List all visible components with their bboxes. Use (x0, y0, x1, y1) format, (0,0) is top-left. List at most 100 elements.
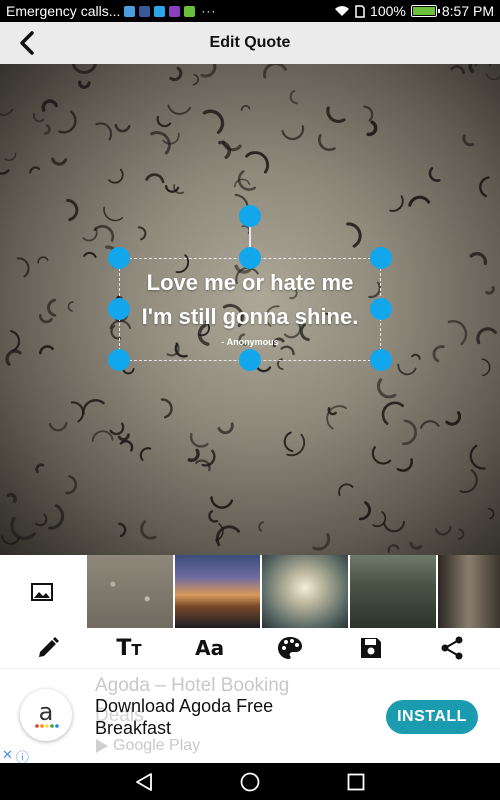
raindrop (217, 422, 234, 435)
raindrop (481, 358, 491, 377)
raindrop (389, 195, 404, 212)
raindrop (289, 89, 299, 105)
nav-recents-button[interactable] (344, 770, 368, 794)
text-size-button[interactable]: TT (109, 628, 149, 668)
raindrop (200, 64, 217, 78)
raindrop (114, 123, 131, 133)
raindrop (326, 405, 347, 430)
sim-icon (355, 4, 365, 18)
raindrop (281, 125, 305, 141)
raindrop (457, 528, 465, 540)
home-circle-icon (240, 772, 260, 791)
raindrop (234, 193, 249, 218)
ad-store-label: Google Play (113, 737, 201, 754)
raindrop (208, 510, 219, 523)
back-button[interactable] (10, 26, 44, 60)
raindrop (447, 320, 468, 345)
raindrop (366, 120, 378, 137)
raindrop (37, 256, 49, 264)
raindrop (396, 458, 414, 472)
raindrop (445, 411, 462, 426)
clock: 8:57 PM (441, 3, 494, 19)
quote-canvas[interactable] (0, 64, 500, 555)
save-icon (360, 638, 381, 658)
raindrop (346, 222, 362, 248)
agoda-logo[interactable]: a (20, 689, 72, 741)
system-nav-bar (0, 763, 500, 800)
thumbnail-road[interactable] (350, 555, 437, 628)
save-button[interactable] (351, 628, 391, 668)
font-button[interactable]: Aa (190, 628, 230, 668)
agoda-logo-icon: a (35, 698, 59, 728)
raindrop (51, 157, 68, 166)
raindrop (272, 337, 285, 348)
raindrop (187, 448, 200, 462)
raindrop (358, 501, 371, 521)
raindrop (48, 422, 68, 432)
notification-app-icon (169, 5, 181, 17)
notification-app-icon (184, 5, 196, 17)
raindrop (485, 73, 500, 81)
raindrop (258, 521, 265, 532)
raindrop (114, 309, 129, 322)
wifi-icon (335, 6, 350, 16)
raindrop (402, 419, 417, 446)
color-button[interactable] (270, 628, 310, 668)
pencil-icon (39, 637, 60, 657)
install-button[interactable]: INSTALL (386, 700, 478, 734)
raindrop (202, 109, 225, 134)
raindrop (122, 368, 135, 375)
raindrop (289, 288, 298, 300)
raindrop (4, 152, 17, 161)
raindrop (476, 327, 497, 345)
page-title: Edit Quote (209, 34, 291, 51)
raindrop (326, 106, 346, 123)
raindrop (41, 99, 58, 112)
notification-app-icon (124, 5, 136, 17)
gallery-button[interactable] (0, 555, 85, 628)
raindrop (65, 475, 78, 495)
raindrop (265, 305, 280, 327)
raindrop (222, 303, 244, 327)
raindrop (474, 64, 492, 67)
raindrop (318, 134, 336, 152)
raindrop (160, 398, 173, 419)
raindrop (103, 206, 124, 222)
raindrop (5, 349, 22, 366)
thumbnail-sunset[interactable] (174, 555, 261, 628)
raindrop (383, 520, 406, 533)
share-button[interactable] (432, 628, 472, 668)
raindrop (450, 65, 465, 75)
raindrop (145, 173, 165, 184)
raindrop (58, 110, 77, 134)
nav-home-button[interactable] (238, 770, 262, 794)
raindrop (6, 493, 17, 503)
raindrop (368, 281, 381, 299)
raindrop (10, 330, 21, 352)
raindrop (338, 483, 354, 496)
raindrop (117, 433, 130, 441)
raindrop (137, 226, 147, 241)
raindrop (48, 504, 65, 530)
raindrop-background (0, 64, 500, 553)
raindrop (408, 195, 431, 207)
recents-square-icon (347, 773, 365, 790)
ad-store: Google Play (95, 737, 200, 755)
nav-back-button[interactable] (132, 770, 156, 794)
edit-text-button[interactable] (28, 628, 68, 668)
raindrop (459, 469, 478, 493)
facebook-icon (139, 5, 151, 17)
background-thumbnail-strip (0, 555, 500, 628)
ad-banner[interactable]: a Agoda – Hotel Booking Deals Download A… (0, 668, 500, 765)
ad-headline: Download Agoda Free Breakfast (95, 696, 274, 738)
thumbnail-forest[interactable] (438, 555, 500, 628)
thumbnail-raindrops[interactable] (86, 555, 173, 628)
raindrop (82, 399, 105, 416)
raindrop (234, 260, 254, 274)
raindrop (35, 463, 45, 474)
chevron-left-icon (20, 31, 34, 55)
thumbnail-clouds[interactable] (262, 555, 349, 628)
raindrop (109, 422, 125, 436)
app-header: Edit Quote (0, 22, 500, 64)
image-icon (31, 582, 54, 601)
